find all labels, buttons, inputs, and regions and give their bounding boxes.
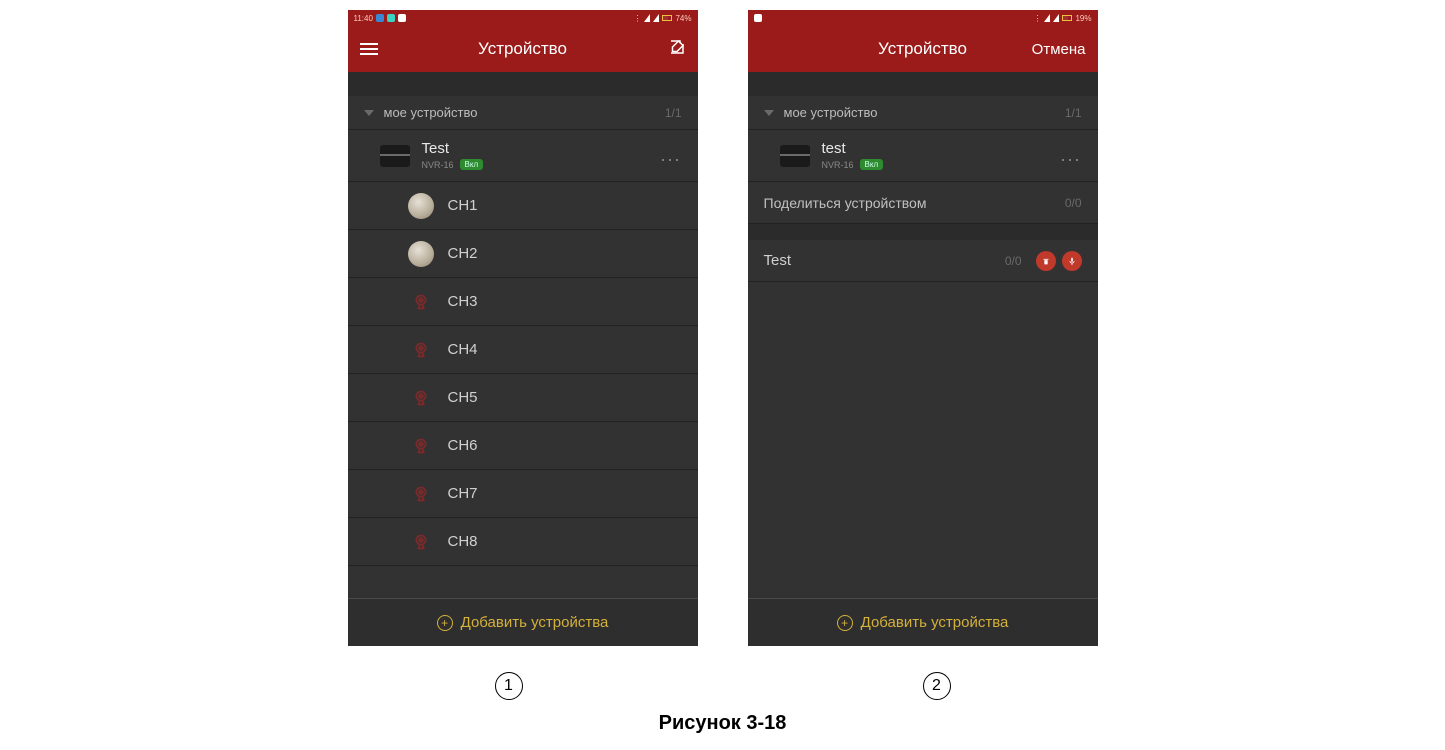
my-device-section[interactable]: мое устройство 1/1 (748, 96, 1098, 130)
plus-icon: + (437, 615, 453, 631)
status-icon (398, 14, 406, 22)
channel-row[interactable]: CH8 (348, 518, 698, 566)
status-time: 11:40 (354, 14, 373, 23)
signal-icon (644, 14, 650, 22)
my-device-section[interactable]: мое устройство 1/1 (348, 96, 698, 130)
status-icon (754, 14, 762, 22)
camera-online-icon (408, 241, 434, 267)
chevron-down-icon (764, 110, 774, 116)
channel-list: CH1 CH2 CH3 CH4 CH5 CH6 CH7 CH8 (348, 182, 698, 598)
status-bar: 11:40 ⋮ 74% (348, 10, 698, 26)
cancel-button[interactable]: Отмена (1032, 41, 1086, 58)
chevron-down-icon (364, 110, 374, 116)
marker-2: 2 (923, 672, 951, 700)
delete-icon[interactable] (1036, 251, 1056, 271)
screenshot-2: ⋮ 19% Устройство Отмена мое устройство 1… (748, 10, 1098, 646)
device-name: test (822, 141, 884, 158)
status-bar: ⋮ 19% (748, 10, 1098, 26)
camera-offline-icon (408, 289, 434, 315)
camera-online-icon (408, 193, 434, 219)
share-label: Поделиться устройством (764, 195, 927, 211)
camera-offline-icon (408, 337, 434, 363)
section-label: мое устройство (784, 105, 878, 120)
channel-label: CH3 (448, 293, 478, 310)
status-icon (376, 14, 384, 22)
share-count: 0/0 (1065, 196, 1082, 210)
add-device-button[interactable]: + Добавить устройства (748, 598, 1098, 646)
marker-1: 1 (495, 672, 523, 700)
channel-row[interactable]: CH3 (348, 278, 698, 326)
channel-label: CH6 (448, 437, 478, 454)
edit-icon[interactable] (668, 38, 686, 60)
channel-label: CH2 (448, 245, 478, 262)
bluetooth-icon: ⋮ (633, 14, 641, 23)
channel-row[interactable]: CH6 (348, 422, 698, 470)
channel-row[interactable]: CH1 (348, 182, 698, 230)
device-name: Test (422, 141, 484, 158)
app-bar: Устройство Отмена (748, 26, 1098, 72)
shared-item-name: Test (764, 252, 792, 269)
camera-offline-icon (408, 529, 434, 555)
app-bar: Устройство (348, 26, 698, 72)
screenshot-1: 11:40 ⋮ 74% Устройство (348, 10, 698, 646)
status-badge: Вкл (460, 159, 484, 170)
device-row[interactable]: Test NVR-16 Вкл ... (348, 130, 698, 182)
add-label: Добавить устройства (461, 614, 609, 631)
add-device-button[interactable]: + Добавить устройства (348, 598, 698, 646)
section-count: 1/1 (665, 106, 682, 120)
add-label: Добавить устройства (861, 614, 1009, 631)
battery-icon (1062, 15, 1072, 21)
signal-icon (653, 14, 659, 22)
status-icon (387, 14, 395, 22)
shared-item-row[interactable]: Test 0/0 (748, 240, 1098, 282)
camera-offline-icon (408, 481, 434, 507)
channel-row[interactable]: CH4 (348, 326, 698, 374)
figure-markers: 1 2 (0, 672, 1445, 700)
figure-caption: Рисунок 3-18 (0, 712, 1445, 735)
device-row[interactable]: test NVR-16 Вкл ... (748, 130, 1098, 182)
spacer (748, 72, 1098, 96)
channel-label: CH5 (448, 389, 478, 406)
camera-offline-icon (408, 433, 434, 459)
spacer (748, 224, 1098, 240)
mic-icon[interactable] (1062, 251, 1082, 271)
more-icon[interactable]: ... (1060, 145, 1081, 166)
channel-row[interactable]: CH7 (348, 470, 698, 518)
battery-pct: 74% (675, 14, 691, 23)
channel-row[interactable]: CH5 (348, 374, 698, 422)
device-model: NVR-16 (422, 160, 454, 170)
status-badge: Вкл (860, 159, 884, 170)
share-section[interactable]: Поделиться устройством 0/0 (748, 182, 1098, 224)
figure-container: 11:40 ⋮ 74% Устройство (0, 0, 1445, 646)
bluetooth-icon: ⋮ (1033, 14, 1041, 23)
camera-offline-icon (408, 385, 434, 411)
plus-icon: + (837, 615, 853, 631)
app-title: Устройство (878, 39, 967, 59)
section-label: мое устройство (384, 105, 478, 120)
shared-item-count: 0/0 (1005, 254, 1022, 268)
channel-label: CH8 (448, 533, 478, 550)
device-thumb (780, 145, 810, 167)
channel-row[interactable]: CH2 (348, 230, 698, 278)
device-model: NVR-16 (822, 160, 854, 170)
menu-icon[interactable] (360, 43, 378, 55)
spacer (348, 72, 698, 96)
section-count: 1/1 (1065, 106, 1082, 120)
channel-label: CH1 (448, 197, 478, 214)
app-title: Устройство (478, 39, 567, 59)
more-icon[interactable]: ... (660, 145, 681, 166)
channel-label: CH4 (448, 341, 478, 358)
empty-area (748, 282, 1098, 598)
signal-icon (1044, 14, 1050, 22)
device-thumb (380, 145, 410, 167)
channel-label: CH7 (448, 485, 478, 502)
battery-icon (662, 15, 672, 21)
battery-pct: 19% (1075, 14, 1091, 23)
signal-icon (1053, 14, 1059, 22)
